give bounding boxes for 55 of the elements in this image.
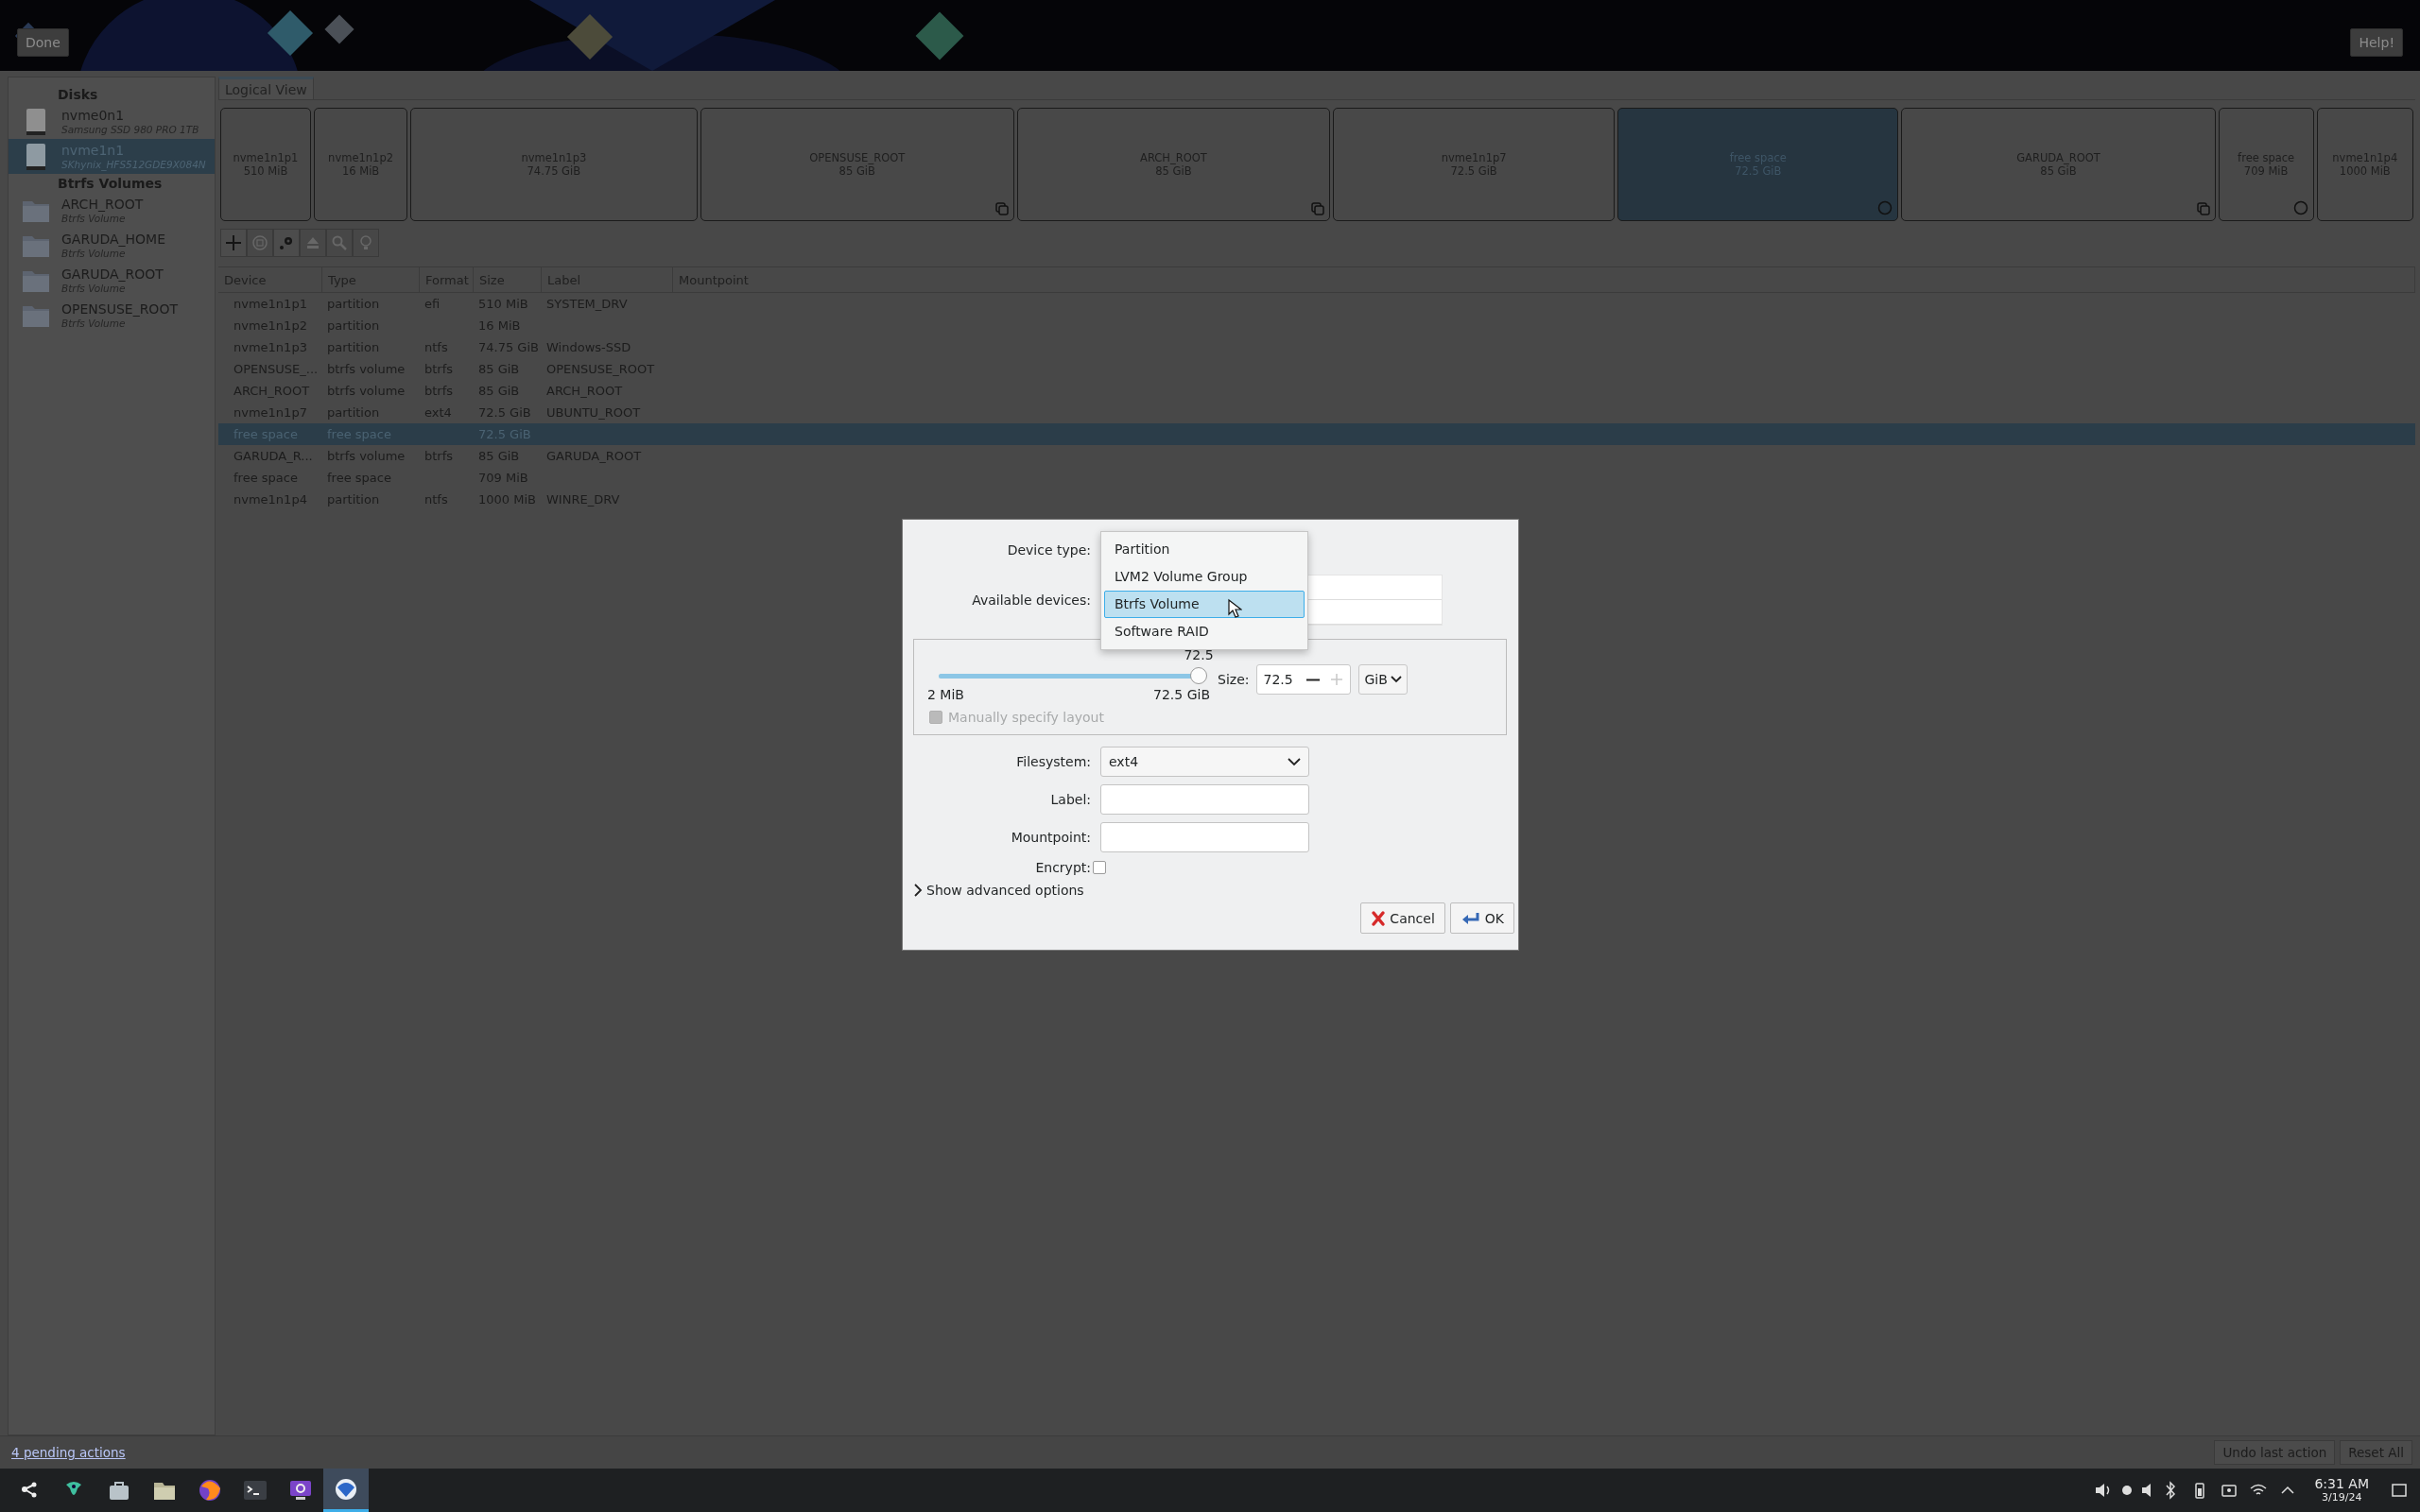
terminal-icon — [244, 1481, 267, 1500]
field-label: Encrypt: — [1034, 860, 1091, 875]
field-label: Label: — [1049, 792, 1091, 807]
minus-icon — [1306, 678, 1321, 681]
cross-icon — [1371, 909, 1387, 927]
field-label: Mountpoint: — [1010, 830, 1091, 845]
slider-min-label: 2 MiB — [927, 687, 964, 702]
chevron-right-icon — [913, 884, 923, 897]
checkbox[interactable] — [1093, 861, 1106, 874]
plus-icon — [1329, 672, 1345, 687]
field-label: Filesystem: — [1015, 754, 1091, 769]
add-icon — [224, 233, 243, 252]
done-button[interactable]: Done — [17, 28, 69, 57]
speaker-icon — [2142, 1484, 2152, 1497]
text-field[interactable] — [1100, 784, 1309, 815]
clock-time: 6:31 AM — [2314, 1477, 2369, 1492]
toolbar-button[interactable] — [220, 229, 247, 257]
menu-item[interactable]: LVM2 Volume Group — [1104, 563, 1305, 591]
slider-handle[interactable] — [1190, 667, 1207, 684]
delete-icon — [251, 233, 269, 252]
desktop-icon — [2390, 1481, 2409, 1500]
stack-icon — [2196, 202, 2210, 215]
pointer-icon — [1227, 598, 1242, 619]
device-type-menu[interactable]: Partition LVM2 Volume Group Btrfs Volume Software RAID — [1100, 531, 1308, 650]
toolbar-button[interactable] — [273, 229, 300, 257]
checkbox-label: Manually specify layout — [948, 710, 1104, 725]
menu-item[interactable]: Btrfs Volume — [1104, 591, 1305, 618]
globe-icon — [197, 1477, 223, 1503]
stack-icon — [995, 202, 1009, 215]
slider-value: 72.5 — [1184, 647, 1214, 662]
pending-actions-link[interactable]: 4 pending actions — [11, 1445, 126, 1460]
size-value: 72.5 — [1263, 672, 1294, 687]
field-label: Device type: — [1006, 542, 1091, 558]
search-icon — [330, 233, 349, 252]
unit-dropdown[interactable]: GiB — [1358, 664, 1408, 695]
caret-icon — [1390, 675, 1402, 684]
circle-icon — [1877, 200, 1893, 215]
slider-max-label: 72.5 GiB — [1153, 687, 1210, 702]
text-field[interactable] — [1100, 822, 1309, 852]
taskbar-app[interactable] — [323, 1469, 369, 1512]
filesystem-dropdown[interactable]: ext4 — [1100, 747, 1309, 777]
field-label: Available devices: — [971, 593, 1091, 608]
size-label: Size: — [1218, 672, 1250, 687]
caret-icon — [1288, 757, 1301, 766]
cancel-button[interactable]: Cancel — [1360, 902, 1445, 934]
advanced-options-toggle[interactable]: Show advanced options — [913, 883, 1084, 898]
menu-item[interactable]: Partition — [1104, 536, 1305, 563]
size-spinbox[interactable]: 72.5 — [1256, 664, 1352, 695]
dot-icon — [2122, 1486, 2133, 1495]
clock-date: 3/19/24 — [2322, 1491, 2362, 1503]
help-button[interactable]: Help! — [2350, 28, 2403, 57]
menu-item[interactable]: Software RAID — [1104, 618, 1305, 645]
circle-icon — [2292, 200, 2308, 215]
stack-icon — [1310, 202, 1324, 215]
ok-button[interactable]: OK — [1449, 902, 1514, 934]
